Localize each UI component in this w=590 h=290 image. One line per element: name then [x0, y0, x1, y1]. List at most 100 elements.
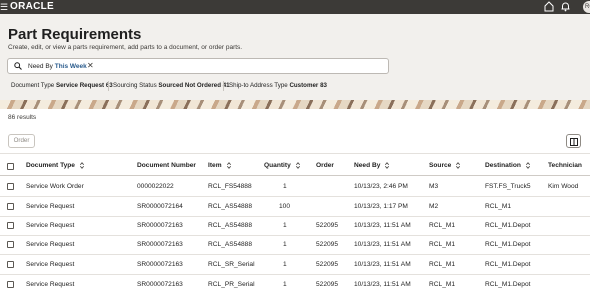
- cell-document-type: Service Request: [26, 203, 75, 210]
- column-header-technician[interactable]: Technician: [548, 161, 582, 171]
- sort-icon[interactable]: [79, 161, 84, 169]
- cell-quantity: 1: [283, 281, 287, 288]
- search-icon: [14, 62, 22, 70]
- facet-sourcing-status[interactable]: Sourcing Status Sourced Not Ordered 41: [113, 80, 230, 92]
- row-checkbox[interactable]: [7, 183, 14, 190]
- cell-destination: RCL_M1.Depot: [485, 261, 531, 268]
- cell-document-type: Service Work Order: [26, 183, 84, 190]
- cell-order[interactable]: 522095: [316, 240, 338, 250]
- decorative-banner: [0, 100, 590, 109]
- cell-document-number[interactable]: SR0000072163: [137, 221, 183, 231]
- cell-source: RCL_M1: [429, 222, 456, 229]
- table-header-divider: [0, 175, 590, 176]
- filter-chip-value: This Week: [54, 62, 87, 70]
- row-divider: [0, 196, 590, 197]
- cell-technician: Kim Wood: [548, 183, 579, 190]
- cell-document-number[interactable]: SR0000072163: [137, 280, 183, 290]
- cell-destination: RCL_M1.Depot: [485, 222, 531, 229]
- cell-item: RCL_SR_Serial: [208, 261, 255, 268]
- cell-source: M2: [429, 203, 439, 210]
- facet-divider: [223, 81, 224, 91]
- column-label: Source: [429, 162, 452, 169]
- row-checkbox[interactable]: [7, 261, 14, 268]
- sort-icon[interactable]: [385, 161, 390, 169]
- row-checkbox[interactable]: [7, 241, 14, 248]
- column-header-destination[interactable]: Destination: [485, 161, 530, 171]
- order-button[interactable]: Order: [8, 134, 35, 148]
- cell-item: RCL_PR_Serial: [208, 281, 255, 288]
- column-header-item[interactable]: Item: [208, 161, 231, 171]
- cell-need-by: 10/13/23, 2:46 PM: [354, 183, 408, 190]
- column-label: Quantity: [264, 162, 291, 169]
- cell-order[interactable]: 522095: [316, 221, 338, 231]
- facet-label: Ship-to Address Type: [229, 82, 288, 89]
- column-header-need-by[interactable]: Need By: [354, 161, 390, 171]
- filter-chip-need-by[interactable]: Need By This Week: [28, 61, 87, 72]
- user-avatar[interactable]: RC: [583, 1, 590, 13]
- cell-quantity: 1: [283, 241, 287, 248]
- results-count: 86 results: [8, 114, 37, 121]
- cell-source: RCL_M1: [429, 281, 456, 288]
- column-label: Order: [316, 162, 334, 169]
- page-subtitle: Create, edit, or view a parts requiremen…: [8, 44, 243, 51]
- cell-quantity: 100: [279, 203, 291, 210]
- row-checkbox[interactable]: [7, 203, 14, 210]
- row-divider: [0, 235, 590, 236]
- row-checkbox[interactable]: [7, 222, 14, 229]
- cell-quantity: 1: [283, 261, 287, 268]
- facet-value: Customer: [289, 82, 319, 89]
- cell-need-by: 10/13/23, 11:51 AM: [354, 241, 411, 248]
- cell-source: RCL_M1: [429, 241, 456, 248]
- cell-document-type: Service Request: [26, 222, 75, 229]
- row-divider: [0, 254, 590, 255]
- page-title: Part Requirements: [8, 26, 142, 43]
- cell-need-by: 10/13/23, 11:51 AM: [354, 281, 411, 288]
- column-header-source[interactable]: Source: [429, 161, 461, 171]
- cell-need-by: 10/13/23, 11:51 AM: [354, 261, 411, 268]
- sort-icon[interactable]: [226, 161, 231, 169]
- column-header-order[interactable]: Order: [316, 161, 334, 171]
- cell-document-number[interactable]: 0000022022: [137, 182, 174, 192]
- filter-chip-label: Need By: [28, 62, 53, 70]
- column-label: Destination: [485, 162, 521, 169]
- oracle-logo: ORACLE: [10, 1, 55, 12]
- cell-document-type: Service Request: [26, 241, 75, 248]
- column-header-document-type[interactable]: Document Type: [26, 161, 84, 171]
- facet-document-type[interactable]: Document Type Service Request 63: [11, 80, 113, 92]
- row-divider: [0, 274, 590, 275]
- column-label: Document Type: [26, 162, 75, 169]
- search-input[interactable]: Need By This Week ✕: [7, 58, 389, 74]
- cell-order[interactable]: 522095: [316, 280, 338, 290]
- facet-value: Service Request: [55, 82, 105, 89]
- cell-destination: RCL_M1: [485, 203, 512, 210]
- facet-ship-to-address-type[interactable]: Ship-to Address Type Customer 83: [229, 80, 327, 92]
- cell-quantity: 1: [283, 222, 287, 229]
- sort-icon[interactable]: [456, 161, 461, 169]
- hamburger-icon[interactable]: ☰: [0, 2, 8, 12]
- cell-need-by: 10/13/23, 1:17 PM: [354, 203, 408, 210]
- facet-count: 63: [105, 82, 113, 89]
- cell-need-by: 10/13/23, 11:51 AM: [354, 222, 411, 229]
- cell-source: RCL_M1: [429, 261, 456, 268]
- cell-document-number[interactable]: SR0000072163: [137, 240, 183, 250]
- divider: [0, 153, 590, 154]
- select-all-checkbox[interactable]: [7, 163, 14, 170]
- cell-item: RCL_AS54888: [208, 222, 252, 229]
- home-icon[interactable]: [544, 1, 554, 12]
- cell-document-number[interactable]: SR0000072164: [137, 202, 183, 212]
- facet-value: Sourced Not Ordered: [158, 82, 221, 89]
- cell-destination: RCL_M1.Depot: [485, 281, 531, 288]
- close-icon[interactable]: ✕: [87, 60, 94, 72]
- cell-item: RCL_FS54888: [208, 183, 252, 190]
- panel-toggle-button[interactable]: [566, 134, 581, 148]
- sort-icon[interactable]: [295, 161, 300, 169]
- sort-icon[interactable]: [525, 161, 530, 169]
- column-header-document-number[interactable]: Document Number: [137, 161, 196, 171]
- cell-order[interactable]: 522095: [316, 260, 338, 270]
- column-label: Item: [208, 162, 222, 169]
- bell-icon[interactable]: [561, 1, 570, 12]
- cell-document-number[interactable]: SR0000072163: [137, 260, 183, 270]
- facet-count: 83: [320, 82, 327, 89]
- top-bar: ☰ ORACLE RC: [0, 0, 590, 14]
- column-header-quantity[interactable]: Quantity: [264, 161, 300, 171]
